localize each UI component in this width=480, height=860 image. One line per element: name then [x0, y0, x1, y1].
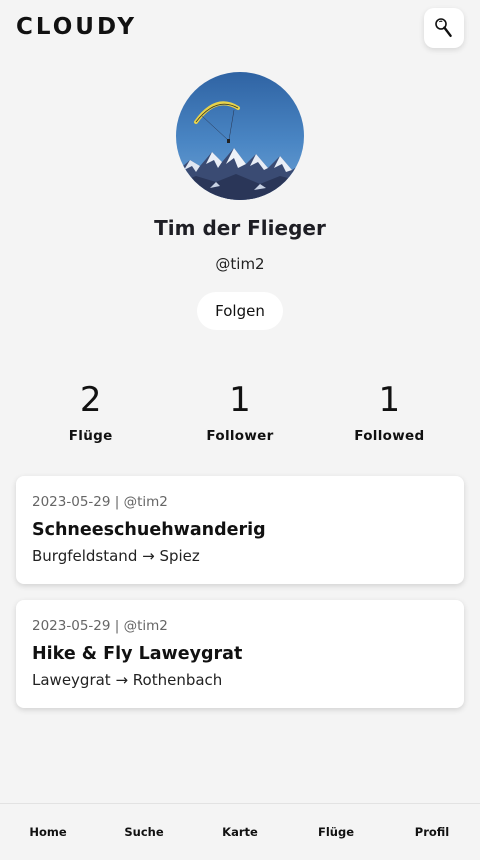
- stat-label: Flüge: [68, 428, 113, 444]
- profile-stats: 2 Flüge 1 Follower 1 Followed: [16, 378, 464, 448]
- avatar: [176, 72, 304, 200]
- flight-meta: 2023-05-29 | @tim2: [32, 618, 168, 634]
- follow-button[interactable]: Folgen: [197, 292, 283, 330]
- nav-map[interactable]: Karte: [192, 825, 288, 839]
- search-button[interactable]: [424, 8, 464, 48]
- flight-title: Schneeschuehwanderig: [32, 520, 266, 540]
- paraglider-image: [176, 72, 304, 200]
- bottom-nav: Home Suche Karte Flüge Profil: [0, 803, 480, 860]
- app: CLOUDY Tim der Flieger @tim2 Folgen 2 Fl…: [0, 0, 480, 860]
- stat-value: 1: [378, 380, 401, 420]
- profile-handle: @tim2: [215, 255, 265, 273]
- flight-title: Hike & Fly Laweygrat: [32, 644, 243, 664]
- nav-profile[interactable]: Profil: [384, 825, 480, 839]
- flight-meta: 2023-05-29 | @tim2: [32, 494, 168, 510]
- stat-value: 2: [79, 380, 102, 420]
- search-icon: [435, 18, 452, 37]
- flight-card[interactable]: 2023-05-29 | @tim2 Hike & Fly Laweygrat …: [16, 600, 464, 708]
- nav-flights[interactable]: Flüge: [288, 825, 384, 839]
- flight-route: Laweygrat → Rothenbach: [32, 671, 223, 689]
- stat-value: 1: [229, 380, 251, 420]
- header: CLOUDY: [0, 0, 480, 60]
- brand-logo[interactable]: CLOUDY: [16, 14, 137, 40]
- flight-card[interactable]: 2023-05-29 | @tim2 Schneeschuehwanderig …: [16, 476, 464, 584]
- stat-followed[interactable]: 1 Followed: [315, 378, 464, 448]
- flight-route: Burgfeldstand → Spiez: [32, 547, 200, 565]
- stat-flights[interactable]: 2 Flüge: [16, 378, 165, 448]
- stat-followers[interactable]: 1 Follower: [165, 378, 314, 448]
- profile-name: Tim der Flieger: [154, 216, 326, 240]
- nav-home[interactable]: Home: [0, 825, 96, 839]
- stat-label: Followed: [354, 428, 425, 444]
- stat-label: Follower: [206, 428, 274, 444]
- nav-search[interactable]: Suche: [96, 825, 192, 839]
